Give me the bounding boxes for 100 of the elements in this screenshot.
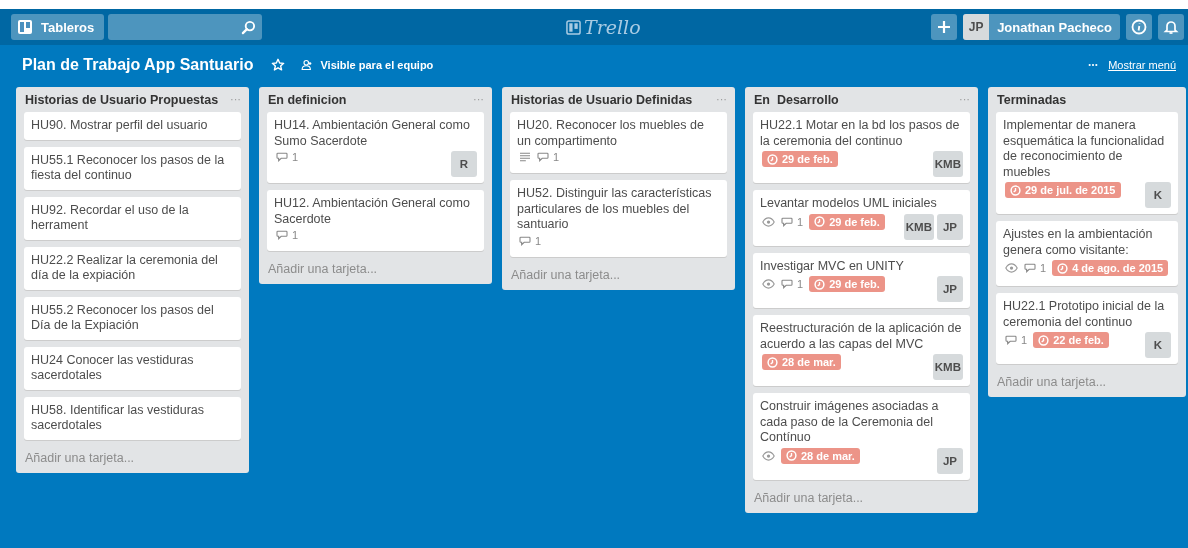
comment-icon — [1024, 263, 1036, 273]
show-menu-link[interactable]: Mostrar menú — [1108, 59, 1176, 71]
clock-icon — [767, 153, 778, 165]
member-avatar[interactable]: KMB — [903, 213, 934, 240]
comment-count: 1 — [1040, 262, 1047, 274]
card-title: HU90. Mostrar perfil del usuario — [31, 118, 209, 134]
card[interactable]: Ajustes en la ambientación genera como visitante: 1 4 de ago. de 2015 — [996, 221, 1178, 286]
list-title[interactable]: En Desarrollo — [754, 93, 959, 108]
comment-icon — [519, 235, 531, 246]
card[interactable]: HU12. Ambientación General como Sacerdote 1 — [267, 190, 484, 251]
comment-count: 1 — [1021, 334, 1028, 346]
card[interactable]: HU92. Recordar el uso de la herrament — [24, 196, 241, 240]
card-title: Implementar de manera esquemática la funcionalidad de reconocimiento de muebles — [1003, 118, 1166, 180]
card[interactable]: HU22.1 Prototipo inicial de la ceremonia del continuo 1 22 de feb. K — [996, 293, 1178, 364]
clock-icon — [1010, 184, 1021, 196]
card[interactable]: HU22.1 Motar en la bd los pasos de la ceremonia del continuo 29 de feb. KMB — [753, 112, 970, 183]
comment-count: 1 — [535, 234, 542, 247]
clock-icon — [767, 356, 778, 368]
board-icon — [17, 19, 33, 35]
card-title: HU55.1 Reconocer los pasos de la fiesta del continuo — [31, 152, 226, 184]
bell-icon — [1163, 19, 1179, 35]
comment-count: 1 — [797, 278, 804, 290]
member-avatar[interactable]: JP — [937, 447, 963, 474]
due-date: 29 de feb. — [829, 278, 880, 290]
member-avatar[interactable]: JP — [937, 213, 963, 240]
card-title: Reestructuración de la aplicación de acuerdo a las capas del MVC — [760, 321, 963, 352]
description-icon — [519, 152, 531, 162]
card[interactable]: HU20. Reconocer los muebles de un compartimento 1 — [510, 112, 727, 173]
user-name: Jonathan Pacheco — [997, 19, 1112, 35]
card[interactable]: Reestructuración de la aplicación de acuerdo a las capas del MVC 28 de mar. KMB — [753, 315, 970, 386]
comment-count: 1 — [553, 151, 560, 163]
card-title: HU20. Reconocer los muebles de un compartimento — [517, 118, 705, 149]
card-title: HU14. Ambientación General como Sumo Sacerdote — [274, 118, 471, 149]
star-icon[interactable] — [271, 58, 286, 72]
list-title[interactable]: Historias de Usuario Propuestas — [25, 93, 230, 108]
card-title: Investigar MVC en UNITY — [760, 258, 905, 274]
list-title[interactable]: Terminadas — [997, 93, 1178, 108]
card-title: HU24 Conocer las vestiduras sacerdotales — [31, 352, 195, 384]
card-title: HU12. Ambientación General como Sacerdote — [274, 196, 471, 227]
logo-text[interactable]: Trello — [584, 16, 641, 38]
card[interactable]: HU55.2 Reconocer los pasos del Día de la Expiación — [24, 296, 241, 340]
due-date: 22 de feb. — [1053, 334, 1104, 346]
card[interactable]: HU90. Mostrar perfil del usuario — [24, 112, 241, 140]
eye-icon — [762, 216, 775, 227]
clock-icon — [1057, 262, 1069, 274]
card[interactable]: Investigar MVC en UNITY 1 29 de feb. JP — [753, 252, 970, 308]
comment-count: 1 — [797, 215, 804, 228]
card-title: HU22.1 Prototipo inicial de la ceremonia del continuo — [1003, 299, 1166, 330]
logo-icon — [566, 19, 581, 35]
card[interactable]: HU24 Conocer las vestiduras sacerdotales — [24, 346, 241, 390]
clock-icon — [1038, 334, 1050, 346]
visibility-label[interactable]: Visible para el equipo — [320, 59, 434, 71]
comment-count: 1 — [292, 151, 299, 163]
search-icon — [241, 19, 257, 35]
card[interactable]: HU58. Identificar las vestiduras sacerdotales — [24, 396, 241, 440]
board-title[interactable]: Plan de Trabajo App Santuario — [22, 56, 254, 74]
notifications-button[interactable] — [1158, 14, 1184, 40]
card[interactable]: HU55.1 Reconocer los pasos de la fiesta del continuo — [24, 146, 241, 190]
search-field[interactable] — [108, 14, 263, 40]
card[interactable]: Levantar modelos UML iniciales 1 29 de feb. KMB JP — [753, 190, 970, 246]
comment-icon — [276, 152, 288, 162]
clock-icon — [786, 450, 797, 461]
card-title: HU92. Recordar el uso de la herrament — [31, 202, 190, 234]
list-title[interactable]: Historias de Usuario Definidas — [511, 93, 716, 108]
member-avatar[interactable]: JP — [937, 276, 963, 302]
due-date: 29 de feb. — [829, 215, 880, 228]
card-title: HU55.2 Reconocer los pasos del Día de la Expiación — [31, 302, 215, 334]
more-icon — [1088, 63, 1099, 67]
member-avatar[interactable]: R — [451, 151, 477, 177]
comment-count: 1 — [292, 229, 299, 241]
member-avatar[interactable]: K — [1145, 332, 1171, 358]
card[interactable]: Implementar de manera esquemática la funcionalidad de reconocimiento de muebles 29 de jul. de 2015 K — [996, 112, 1178, 214]
team-icon — [301, 59, 314, 71]
card[interactable]: Construir imágenes asociadas a cada paso de la Ceremonia del Contínuo 28 de mar. JP — [753, 393, 970, 480]
member-avatar[interactable]: KMB — [932, 151, 963, 177]
due-date: 29 de feb. — [782, 153, 833, 165]
clock-icon — [814, 278, 826, 290]
comment-icon — [781, 279, 793, 289]
card-title: HU22.1 Motar en la bd los pasos de la ceremonia del continuo — [760, 118, 961, 149]
card-title: Construir imágenes asociadas a cada paso de la Ceremonia del Contínuo — [760, 399, 940, 446]
due-date: 28 de mar. — [801, 449, 855, 462]
due-date: 28 de mar. — [782, 356, 836, 368]
card-title: Ajustes en la ambientación genera como visitante: — [1003, 227, 1154, 258]
eye-icon — [762, 450, 775, 461]
member-avatar[interactable]: KMB — [932, 354, 963, 380]
card[interactable]: HU52. Distinguir las características particulares de los muebles del santuario 1 — [510, 180, 727, 257]
info-button[interactable] — [1126, 14, 1152, 40]
due-date: 29 de jul. de 2015 — [1025, 184, 1116, 196]
plus-icon — [936, 19, 953, 35]
clock-icon — [814, 216, 826, 227]
card[interactable]: HU22.2 Realizar la ceremonia del día de la expiación — [24, 246, 241, 290]
card[interactable]: HU14. Ambientación General como Sumo Sacerdote 1 R — [267, 112, 484, 183]
due-date: 4 de ago. de 2015 — [1072, 262, 1164, 274]
list-title[interactable]: En definicion — [268, 93, 473, 108]
add-button[interactable] — [931, 14, 958, 40]
user-menu-button[interactable]: JP Jonathan Pacheco — [963, 14, 1120, 40]
comment-icon — [537, 152, 549, 162]
card-title: HU52. Distinguir las características particulares de los muebles del santuario — [517, 186, 713, 233]
comment-icon — [276, 230, 288, 240]
member-avatar[interactable]: K — [1145, 182, 1171, 208]
